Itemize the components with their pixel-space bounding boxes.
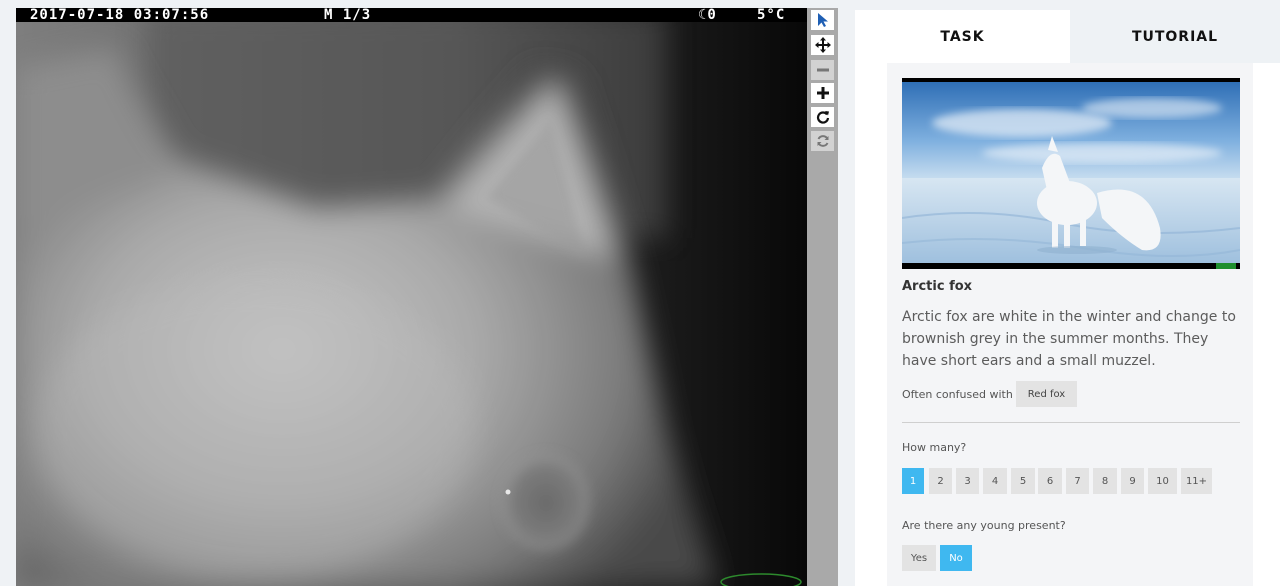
- pan-tool-button[interactable]: [811, 35, 834, 55]
- select-tool-button[interactable]: [811, 10, 834, 30]
- confused-species-chip[interactable]: Red fox: [1015, 381, 1078, 407]
- subject-viewer[interactable]: 2017-07-18 03:07:56 M 1/3 ☾0 5°C: [16, 8, 807, 586]
- camera-timestamp: 2017-07-18 03:07:56: [30, 8, 210, 23]
- reset-tool-button[interactable]: [811, 131, 834, 151]
- count-option-4[interactable]: 4: [983, 468, 1007, 494]
- tab-tutorial[interactable]: TUTORIAL: [1070, 10, 1280, 63]
- young-present-label: Are there any young present?: [902, 519, 1066, 532]
- count-option-9[interactable]: 9: [1121, 468, 1144, 494]
- camera-temperature: 5°C: [757, 8, 786, 23]
- count-option-5[interactable]: 5: [1011, 468, 1035, 494]
- confused-with-label: Often confused with: [902, 387, 1013, 401]
- move-arrows-icon: [814, 37, 831, 53]
- rotate-icon: [816, 111, 829, 124]
- rotate-tool-button[interactable]: [811, 107, 834, 127]
- panel-tabs: TASK TUTORIAL: [855, 10, 1280, 63]
- zoom-out-tool-button[interactable]: [811, 60, 834, 80]
- young-yes-button[interactable]: Yes: [902, 545, 936, 571]
- count-option-3[interactable]: 3: [956, 468, 979, 494]
- zoom-in-tool-button[interactable]: [811, 83, 834, 103]
- cursor-arrow-icon: [817, 13, 828, 27]
- species-reference-image: [902, 78, 1240, 269]
- minus-icon: [816, 68, 829, 72]
- count-option-11-plus[interactable]: 11+: [1181, 468, 1212, 494]
- confused-with-row: Often confused with Red fox: [902, 381, 1078, 407]
- tab-task[interactable]: TASK: [855, 10, 1070, 63]
- camera-trap-photo[interactable]: [16, 8, 807, 586]
- young-no-button[interactable]: No: [940, 545, 972, 571]
- divider: [902, 422, 1240, 423]
- camera-info-bar: 2017-07-18 03:07:56 M 1/3 ☾0 5°C: [16, 8, 807, 22]
- camera-mode: M 1/3: [324, 8, 372, 23]
- species-description: Arctic fox are white in the winter and c…: [902, 309, 1236, 369]
- count-option-1[interactable]: 1: [902, 468, 924, 494]
- camera-moon-phase: ☾0: [698, 8, 717, 23]
- count-option-2[interactable]: 2: [929, 468, 952, 494]
- refresh-icon: [817, 135, 828, 147]
- count-option-10[interactable]: 10: [1148, 468, 1177, 494]
- count-option-7[interactable]: 7: [1066, 468, 1089, 494]
- how-many-label: How many?: [902, 441, 967, 454]
- count-option-8[interactable]: 8: [1093, 468, 1117, 494]
- species-name: Arctic fox: [902, 279, 973, 294]
- image-toolbar: [807, 8, 838, 586]
- species-card: Arctic fox Arctic fox are white in the w…: [887, 63, 1253, 586]
- task-panel: TASK TUTORIAL Arctic fox Arctic fox are …: [855, 10, 1280, 586]
- count-option-6[interactable]: 6: [1038, 468, 1062, 494]
- plus-icon: [816, 87, 829, 99]
